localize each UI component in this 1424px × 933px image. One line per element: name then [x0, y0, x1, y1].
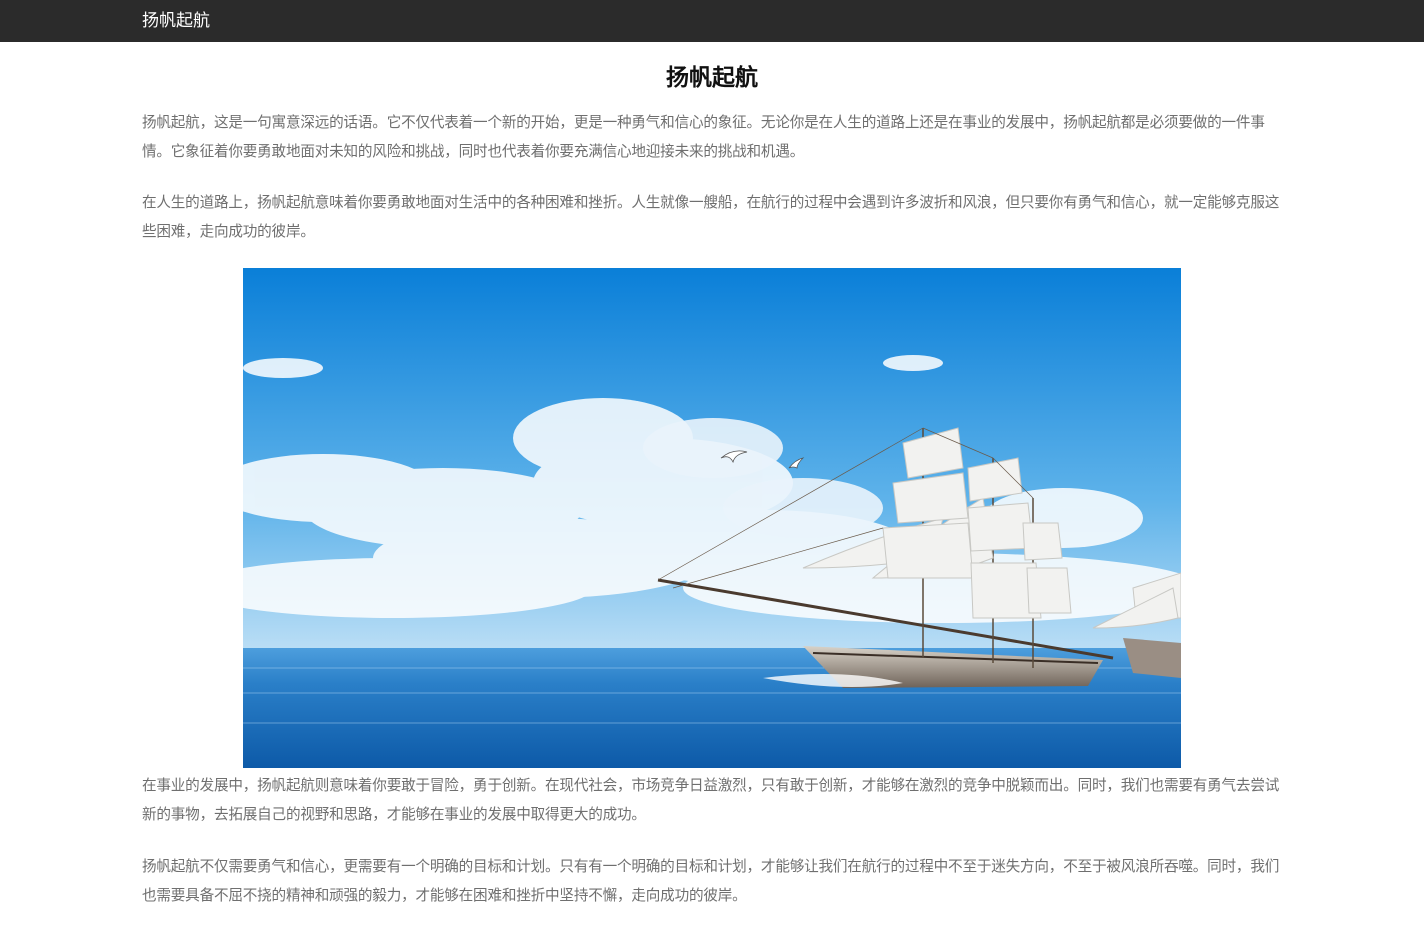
paragraph-3: 在事业的发展中，扬帆起航则意味着你要敢于冒险，勇于创新。在现代社会，市场竞争日益… [142, 777, 1280, 823]
top-navbar: 扬帆起航 [0, 0, 1424, 42]
paragraph-1: 扬帆起航，这是一句寓意深远的话语。它不仅代表着一个新的开始，更是一种勇气和信心的… [142, 114, 1265, 160]
brand-link[interactable]: 扬帆起航 [142, 9, 210, 33]
paragraph-4: 扬帆起航不仅需要勇气和信心，更需要有一个明确的目标和计划。只有有一个明确的目标和… [142, 858, 1280, 904]
paragraph-2: 在人生的道路上，扬帆起航意味着你要勇敢地面对生活中的各种困难和挫折。人生就像一艘… [142, 194, 1280, 240]
page-title: 扬帆起航 [666, 65, 758, 91]
sailing-ship-image [243, 268, 1181, 768]
